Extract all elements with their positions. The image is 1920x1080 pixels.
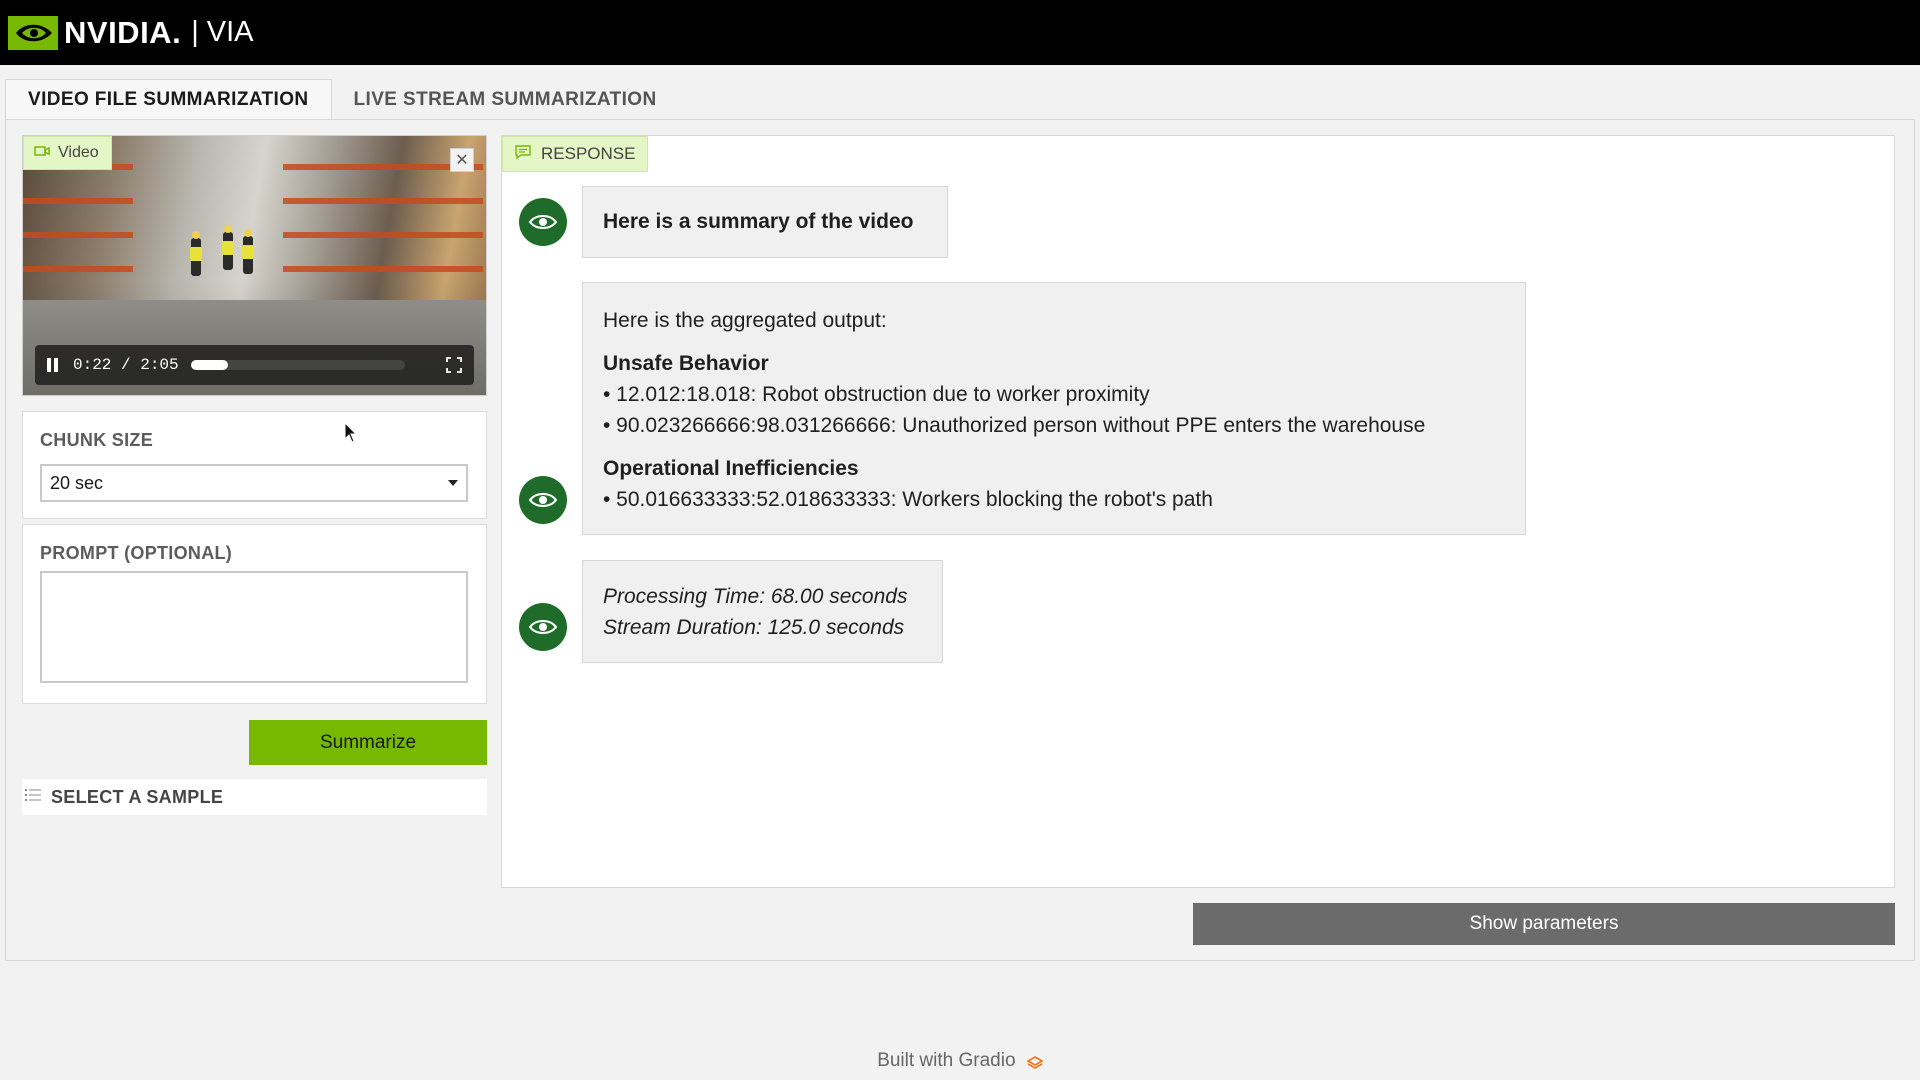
chunk-size-select[interactable]: 20 sec [40,464,468,502]
footer: Built with Gradio [0,1050,1920,1072]
nvidia-eye-logo-icon [8,15,58,51]
video-camera-icon [34,144,50,162]
list-item: • 90.023266666:98.031266666: Unauthorize… [603,414,1426,437]
response-label-text: RESPONSE [541,144,636,163]
chunk-size-label: CHUNK SIZE [40,430,154,450]
list-item: • 50.016633333:52.018633333: Workers blo… [603,488,1213,511]
tab-bar: VIDEO FILE SUMMARIZATION LIVE STREAM SUM… [5,79,679,120]
section-title-operational-inefficiencies: Operational Inefficiencies [603,457,859,480]
processing-time: Processing Time: 68.00 seconds [603,585,908,608]
message-bubble: Here is the aggregated output: Unsafe Be… [582,282,1526,535]
chunk-size-value: 20 sec [50,472,104,493]
product-name: | VIA [191,16,254,48]
message-bubble: Here is a summary of the video [582,186,948,258]
section-title-unsafe-behavior: Unsafe Behavior [603,352,769,375]
pause-icon[interactable] [47,358,61,372]
assistant-avatar-icon [519,476,567,524]
stream-duration: Stream Duration: 125.0 seconds [603,616,905,639]
footer-text[interactable]: Built with Gradio [877,1050,1015,1071]
top-bar: NVIDIA. | VIA [0,0,1920,65]
tab-live-stream-summarization[interactable]: LIVE STREAM SUMMARIZATION [332,79,679,120]
chat-bubble-icon [515,144,531,164]
tab-video-file-summarization[interactable]: VIDEO FILE SUMMARIZATION [5,79,332,120]
chevron-down-icon [448,480,458,486]
select-a-sample-toggle[interactable]: SELECT A SAMPLE [22,779,487,815]
video-player[interactable]: Video ✕ 0:22 / 2:05 [22,135,487,396]
response-panel: RESPONSE Here is a summary of the video … [501,135,1895,888]
assistant-avatar-icon [519,603,567,651]
aggregated-output-intro: Here is the aggregated output: [603,309,887,332]
response-label: RESPONSE [502,136,649,172]
chunk-size-card: CHUNK SIZE 20 sec [22,411,487,519]
fullscreen-icon[interactable] [446,357,462,373]
summarize-button[interactable]: Summarize [249,720,487,765]
show-parameters-button[interactable]: Show parameters [1193,903,1895,945]
video-controls: 0:22 / 2:05 [35,345,474,385]
assistant-avatar-icon [519,198,567,246]
prompt-input[interactable] [40,571,468,683]
close-icon[interactable]: ✕ [450,148,474,172]
select-a-sample-label: SELECT A SAMPLE [51,786,224,807]
message-bubble: Processing Time: 68.00 seconds Stream Du… [582,560,943,663]
video-progress-bar[interactable] [190,360,405,370]
brand-name: NVIDIA. [64,14,182,50]
prompt-label: PROMPT (OPTIONAL) [40,543,233,563]
video-time: 0:22 / 2:05 [73,356,179,374]
video-progress-fill [190,360,229,370]
list-item: • 12.012:18.018: Robot obstruction due t… [603,383,1150,406]
list-icon [25,788,43,807]
gradio-logo-icon [1026,1054,1044,1069]
video-label: Video [23,136,112,170]
prompt-card: PROMPT (OPTIONAL) [22,524,487,704]
video-label-text: Video [58,144,99,161]
